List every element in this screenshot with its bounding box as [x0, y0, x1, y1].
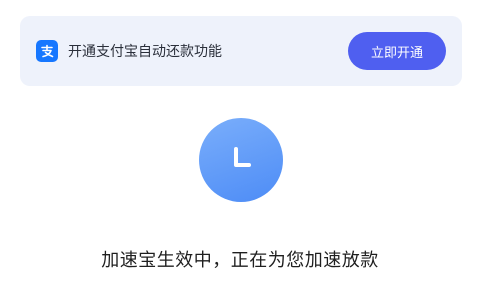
status-message: 加速宝生效中，正在为您加速放款: [101, 250, 379, 271]
banner-text: 开通支付宝自动还款功能: [68, 44, 222, 60]
page: 开通支付宝自动还款功能 立即开通 加速宝生效中，正在为您加速放款: [0, 0, 480, 300]
alipay-icon: [36, 40, 58, 62]
clock-icon: [199, 118, 283, 202]
alipay-autopay-banner: 开通支付宝自动还款功能 立即开通: [20, 16, 462, 86]
activate-now-button[interactable]: 立即开通: [348, 32, 446, 70]
